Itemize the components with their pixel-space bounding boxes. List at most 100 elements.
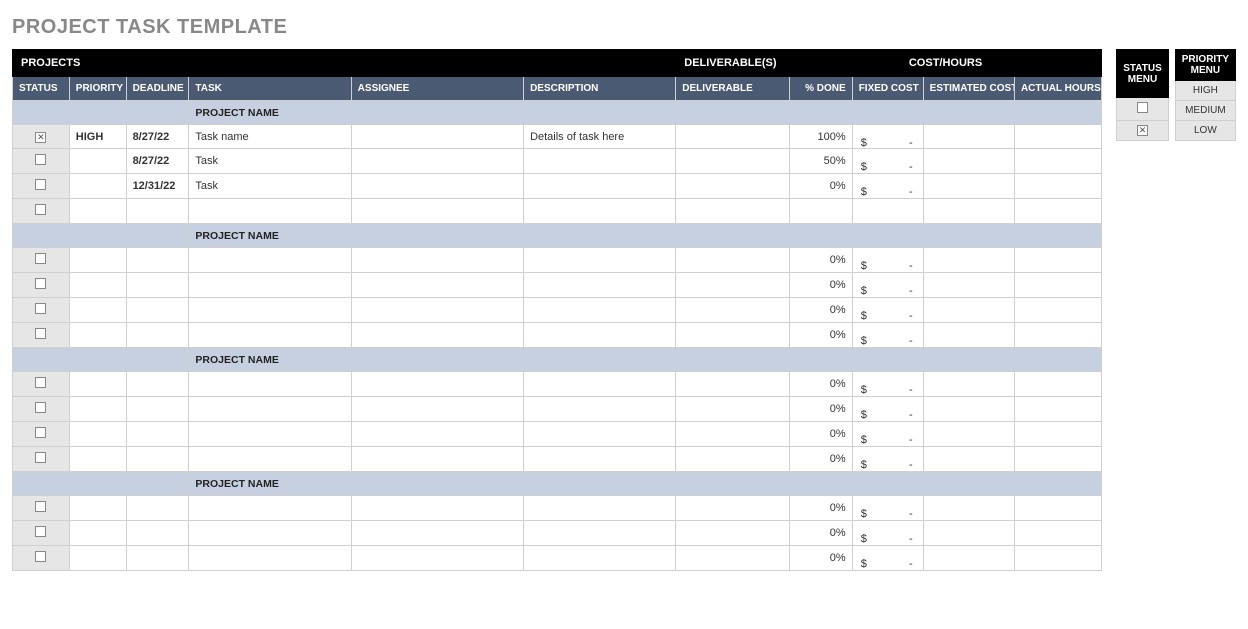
priority-cell[interactable] xyxy=(69,397,126,422)
deadline-cell[interactable]: 12/31/22 xyxy=(126,174,189,199)
deliverable-cell[interactable] xyxy=(676,447,790,472)
assignee-cell[interactable] xyxy=(351,521,523,546)
deliverable-cell[interactable] xyxy=(676,199,790,224)
status-cell[interactable] xyxy=(13,248,70,273)
project-name-cell[interactable]: PROJECT NAME xyxy=(189,472,1102,496)
project-name-cell[interactable]: PROJECT NAME xyxy=(189,224,1102,248)
description-cell[interactable] xyxy=(524,422,676,447)
deliverable-cell[interactable] xyxy=(676,546,790,571)
status-cell[interactable] xyxy=(13,447,70,472)
task-cell[interactable] xyxy=(189,273,351,298)
priority-cell[interactable] xyxy=(69,248,126,273)
pct-done-cell[interactable]: 0% xyxy=(789,323,852,348)
deadline-cell[interactable] xyxy=(126,521,189,546)
fixed-cost-cell[interactable]: $- xyxy=(852,447,923,472)
status-cell[interactable] xyxy=(13,199,70,224)
deliverable-cell[interactable] xyxy=(676,496,790,521)
description-cell[interactable] xyxy=(524,397,676,422)
status-cell[interactable] xyxy=(13,149,70,174)
deliverable-cell[interactable] xyxy=(676,422,790,447)
status-cell[interactable] xyxy=(13,546,70,571)
status-cell[interactable] xyxy=(13,298,70,323)
pct-done-cell[interactable]: 0% xyxy=(789,521,852,546)
estimated-cost-cell[interactable] xyxy=(923,298,1014,323)
estimated-cost-cell[interactable] xyxy=(923,149,1014,174)
assignee-cell[interactable] xyxy=(351,323,523,348)
task-cell[interactable]: Task xyxy=(189,174,351,199)
deadline-cell[interactable] xyxy=(126,397,189,422)
assignee-cell[interactable] xyxy=(351,248,523,273)
fixed-cost-cell[interactable]: $- xyxy=(852,248,923,273)
col-status[interactable]: STATUS xyxy=(13,77,70,101)
pct-done-cell[interactable]: 100% xyxy=(789,125,852,149)
description-cell[interactable] xyxy=(524,496,676,521)
status-cell[interactable] xyxy=(13,323,70,348)
col-deadline[interactable]: DEADLINE xyxy=(126,77,189,101)
status-cell[interactable] xyxy=(13,174,70,199)
description-cell[interactable] xyxy=(524,372,676,397)
actual-hours-cell[interactable] xyxy=(1014,496,1101,521)
task-cell[interactable] xyxy=(189,496,351,521)
estimated-cost-cell[interactable] xyxy=(923,273,1014,298)
actual-hours-cell[interactable] xyxy=(1014,521,1101,546)
deliverable-cell[interactable] xyxy=(676,372,790,397)
project-name-cell[interactable]: PROJECT NAME xyxy=(189,101,1102,125)
priority-cell[interactable] xyxy=(69,496,126,521)
task-cell[interactable] xyxy=(189,546,351,571)
pct-done-cell[interactable]: 0% xyxy=(789,496,852,521)
priority-cell[interactable]: HIGH xyxy=(69,125,126,149)
actual-hours-cell[interactable] xyxy=(1014,273,1101,298)
actual-hours-cell[interactable] xyxy=(1014,397,1101,422)
pct-done-cell[interactable]: 0% xyxy=(789,248,852,273)
description-cell[interactable] xyxy=(524,248,676,273)
task-cell[interactable] xyxy=(189,298,351,323)
priority-cell[interactable] xyxy=(69,298,126,323)
description-cell[interactable] xyxy=(524,521,676,546)
pct-done-cell[interactable] xyxy=(789,199,852,224)
task-cell[interactable] xyxy=(189,372,351,397)
deadline-cell[interactable] xyxy=(126,323,189,348)
task-cell[interactable] xyxy=(189,323,351,348)
estimated-cost-cell[interactable] xyxy=(923,546,1014,571)
deliverable-cell[interactable] xyxy=(676,323,790,348)
col-actual-hours[interactable]: ACTUAL HOURS xyxy=(1014,77,1101,101)
deliverable-cell[interactable] xyxy=(676,248,790,273)
task-cell[interactable] xyxy=(189,447,351,472)
priority-cell[interactable] xyxy=(69,546,126,571)
status-cell[interactable] xyxy=(13,521,70,546)
task-cell[interactable] xyxy=(189,199,351,224)
fixed-cost-cell[interactable]: $- xyxy=(852,273,923,298)
priority-cell[interactable] xyxy=(69,521,126,546)
project-name-row[interactable]: PROJECT NAME xyxy=(13,101,1102,125)
pct-done-cell[interactable]: 0% xyxy=(789,298,852,323)
pct-done-cell[interactable]: 0% xyxy=(789,397,852,422)
assignee-cell[interactable] xyxy=(351,397,523,422)
priority-cell[interactable] xyxy=(69,174,126,199)
estimated-cost-cell[interactable] xyxy=(923,447,1014,472)
description-cell[interactable] xyxy=(524,298,676,323)
col-est-cost[interactable]: ESTIMATED COST xyxy=(923,77,1014,101)
deadline-cell[interactable] xyxy=(126,496,189,521)
deliverable-cell[interactable] xyxy=(676,174,790,199)
fixed-cost-cell[interactable] xyxy=(852,199,923,224)
fixed-cost-cell[interactable]: $- xyxy=(852,323,923,348)
actual-hours-cell[interactable] xyxy=(1014,422,1101,447)
deadline-cell[interactable] xyxy=(126,447,189,472)
estimated-cost-cell[interactable] xyxy=(923,199,1014,224)
pct-done-cell[interactable]: 0% xyxy=(789,422,852,447)
description-cell[interactable] xyxy=(524,323,676,348)
estimated-cost-cell[interactable] xyxy=(923,372,1014,397)
task-cell[interactable] xyxy=(189,248,351,273)
fixed-cost-cell[interactable]: $- xyxy=(852,149,923,174)
status-cell[interactable] xyxy=(13,397,70,422)
priority-menu-low[interactable]: LOW xyxy=(1175,121,1235,141)
priority-cell[interactable] xyxy=(69,199,126,224)
actual-hours-cell[interactable] xyxy=(1014,323,1101,348)
estimated-cost-cell[interactable] xyxy=(923,125,1014,149)
description-cell[interactable]: Details of task here xyxy=(524,125,676,149)
deliverable-cell[interactable] xyxy=(676,273,790,298)
priority-cell[interactable] xyxy=(69,422,126,447)
assignee-cell[interactable] xyxy=(351,422,523,447)
estimated-cost-cell[interactable] xyxy=(923,521,1014,546)
actual-hours-cell[interactable] xyxy=(1014,125,1101,149)
